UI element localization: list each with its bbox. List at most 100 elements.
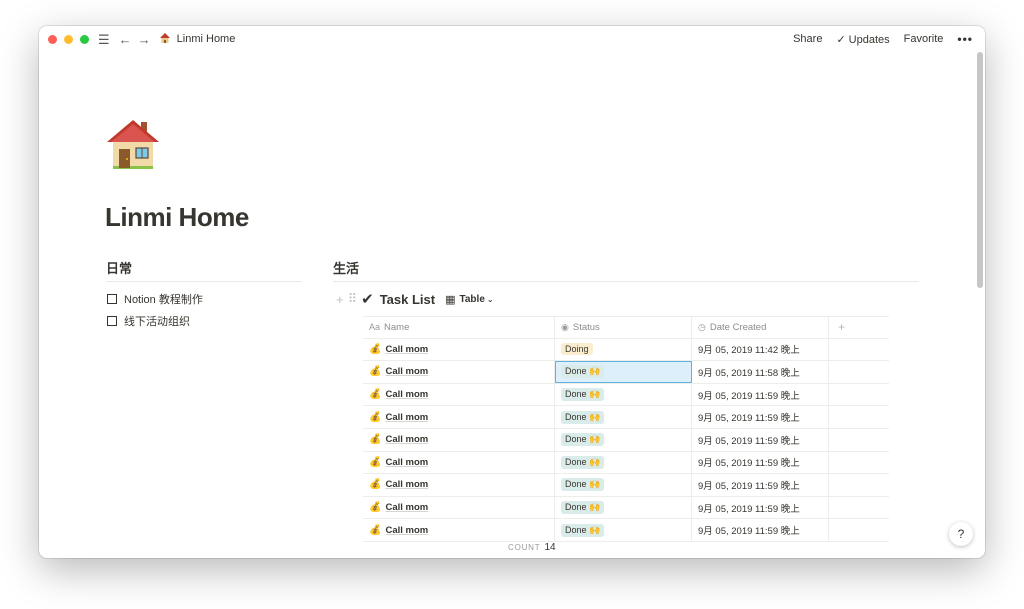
table-row[interactable]: 💰 Call mom Done 🙌 9月 05, 2019 11:59 晚上 [363, 406, 889, 429]
page-title[interactable]: Linmi Home [105, 202, 249, 233]
table-row[interactable]: 💰 Call mom Done 🙌 9月 05, 2019 11:59 晚上 [363, 474, 889, 497]
row-name[interactable]: Call mom [385, 434, 428, 445]
breadcrumb-page-title[interactable]: Linmi Home [177, 33, 236, 45]
updates-button[interactable]: ✓ Updates [836, 33, 889, 46]
name-cell[interactable]: 💰 Call mom [363, 383, 555, 406]
status-cell[interactable]: Done 🙌 [555, 519, 692, 541]
date-created-cell[interactable]: 9月 05, 2019 11:59 晚上 [692, 383, 829, 406]
date-value: 9月 05, 2019 11:59 晚上 [698, 435, 800, 447]
add-column-button[interactable]: + [829, 317, 889, 338]
forward-arrow-icon[interactable]: → [138, 33, 151, 46]
name-cell[interactable]: 💰 Call mom [363, 428, 555, 451]
status-tag: Done 🙌 [561, 410, 605, 424]
todo-item[interactable]: 线下活动组织 [107, 313, 190, 329]
date-value: 9月 05, 2019 11:58 晚上 [698, 367, 800, 379]
name-cell[interactable]: 💰 Call mom [363, 474, 555, 496]
scrollbar-thumb[interactable] [977, 52, 983, 288]
date-value: 9月 05, 2019 11:42 晚上 [698, 345, 800, 357]
share-button[interactable]: Share [793, 33, 822, 45]
todo-checkbox[interactable] [107, 316, 117, 326]
date-value: 9月 05, 2019 11:59 晚上 [698, 390, 800, 402]
status-tag: Done 🙌 [561, 365, 605, 379]
name-cell[interactable]: 💰 Call mom [363, 338, 555, 361]
sidebar-menu-icon[interactable]: ☰ [98, 33, 110, 46]
money-bag-icon: 💰 [369, 524, 382, 536]
status-cell[interactable]: Done 🙌 [555, 496, 692, 519]
view-switcher[interactable]: ▦ Table ⌄ [445, 293, 494, 306]
name-cell[interactable]: 💰 Call mom [363, 496, 555, 519]
table-row[interactable]: 💰 Call mom Done 🙌 9月 05, 2019 11:59 晚上 [363, 428, 889, 452]
column-header-status[interactable]: ◉ Status [555, 317, 692, 338]
date-created-cell[interactable]: 9月 05, 2019 11:59 晚上 [692, 428, 829, 451]
table-row[interactable]: 💰 Call mom Done 🙌 9月 05, 2019 11:59 晚上 [363, 519, 889, 542]
status-cell[interactable]: Done 🙌 [555, 361, 692, 383]
house-icon[interactable] [105, 116, 161, 172]
todo-item[interactable]: Notion 教程制作 [107, 291, 203, 307]
name-cell[interactable]: 💰 Call mom [363, 406, 555, 428]
right-column-heading[interactable]: 生活 [333, 258, 359, 277]
row-name[interactable]: Call mom [385, 412, 428, 423]
date-created-cell[interactable]: 9月 05, 2019 11:59 晚上 [692, 451, 829, 474]
table-row[interactable]: 💰 Call mom Done 🙌 9月 05, 2019 11:59 晚上 [363, 383, 889, 407]
back-arrow-icon[interactable]: ← [119, 33, 132, 46]
name-cell[interactable]: 💰 Call mom [363, 451, 555, 474]
status-tag: Done 🙌 [561, 433, 605, 447]
status-cell[interactable]: Done 🙌 [555, 451, 692, 474]
empty-cell [829, 339, 889, 361]
status-tag: Done 🙌 [561, 455, 605, 469]
status-cell[interactable]: Done 🙌 [555, 428, 692, 451]
table-row[interactable]: 💰 Call mom Done 🙌 9月 05, 2019 11:59 晚上 [363, 451, 889, 475]
drag-handle-icon[interactable]: ⠿ [348, 291, 358, 307]
text-property-icon: Aa [369, 322, 381, 333]
empty-cell [829, 519, 889, 541]
zoom-window-button[interactable] [80, 34, 89, 44]
favorite-button[interactable]: Favorite [904, 33, 944, 45]
name-cell[interactable]: 💰 Call mom [363, 519, 555, 541]
row-name[interactable]: Call mom [385, 344, 428, 355]
date-created-cell[interactable]: 9月 05, 2019 11:59 晚上 [692, 406, 829, 428]
table-body: 💰 Call mom Doing 9月 05, 2019 11:42 晚上 💰 Call … [363, 338, 889, 542]
left-column-heading[interactable]: 日常 [106, 258, 132, 277]
table-row[interactable]: 💰 Call mom Done 🙌 9月 05, 2019 11:58 晚上 [363, 361, 889, 384]
name-cell[interactable]: 💰 Call mom [363, 361, 555, 383]
checkmark-icon: ✔ [361, 291, 374, 308]
empty-cell [829, 361, 889, 383]
empty-cell [829, 384, 889, 406]
table-row[interactable]: 💰 Call mom Doing 9月 05, 2019 11:42 晚上 [363, 338, 889, 362]
status-cell[interactable]: Done 🙌 [555, 406, 692, 428]
table-icon: ▦ [445, 293, 456, 306]
row-name[interactable]: Call mom [385, 479, 428, 490]
date-created-cell[interactable]: 9月 05, 2019 11:59 晚上 [692, 474, 829, 496]
count-footer[interactable]: COUNT 14 [508, 542, 556, 553]
column-header-name[interactable]: Aa Name [363, 317, 555, 338]
view-label: Table [459, 293, 485, 305]
minimize-window-button[interactable] [64, 34, 73, 44]
more-options-button[interactable]: ••• [957, 32, 973, 46]
money-bag-icon: 💰 [369, 479, 382, 491]
status-cell[interactable]: Done 🙌 [555, 383, 692, 406]
date-created-cell[interactable]: 9月 05, 2019 11:59 晚上 [692, 519, 829, 541]
row-name[interactable]: Call mom [385, 457, 428, 468]
status-cell[interactable]: Doing [555, 338, 692, 361]
check-icon: ✓ [836, 33, 846, 46]
row-name[interactable]: Call mom [385, 502, 428, 513]
money-bag-icon: 💰 [369, 366, 382, 378]
date-created-cell[interactable]: 9月 05, 2019 11:58 晚上 [692, 361, 829, 383]
column-header-date-created[interactable]: ◷ Date Created [692, 317, 829, 338]
money-bag-icon: 💰 [369, 343, 382, 355]
table-row[interactable]: 💰 Call mom Done 🙌 9月 05, 2019 11:59 晚上 [363, 496, 889, 520]
date-created-cell[interactable]: 9月 05, 2019 11:59 晚上 [692, 496, 829, 519]
row-name[interactable]: Call mom [385, 389, 428, 400]
date-created-cell[interactable]: 9月 05, 2019 11:42 晚上 [692, 338, 829, 361]
row-name[interactable]: Call mom [385, 525, 428, 536]
status-tag: Done 🙌 [561, 501, 605, 515]
add-block-icon[interactable]: + [336, 292, 344, 307]
money-bag-icon: 💰 [369, 502, 382, 514]
todo-checkbox[interactable] [107, 294, 117, 304]
todo-label: 线下活动组织 [124, 316, 190, 328]
row-name[interactable]: Call mom [385, 366, 428, 377]
close-window-button[interactable] [48, 34, 57, 44]
database-title[interactable]: Task List [380, 292, 435, 307]
help-button[interactable]: ? [949, 522, 973, 546]
status-cell[interactable]: Done 🙌 [555, 474, 692, 496]
